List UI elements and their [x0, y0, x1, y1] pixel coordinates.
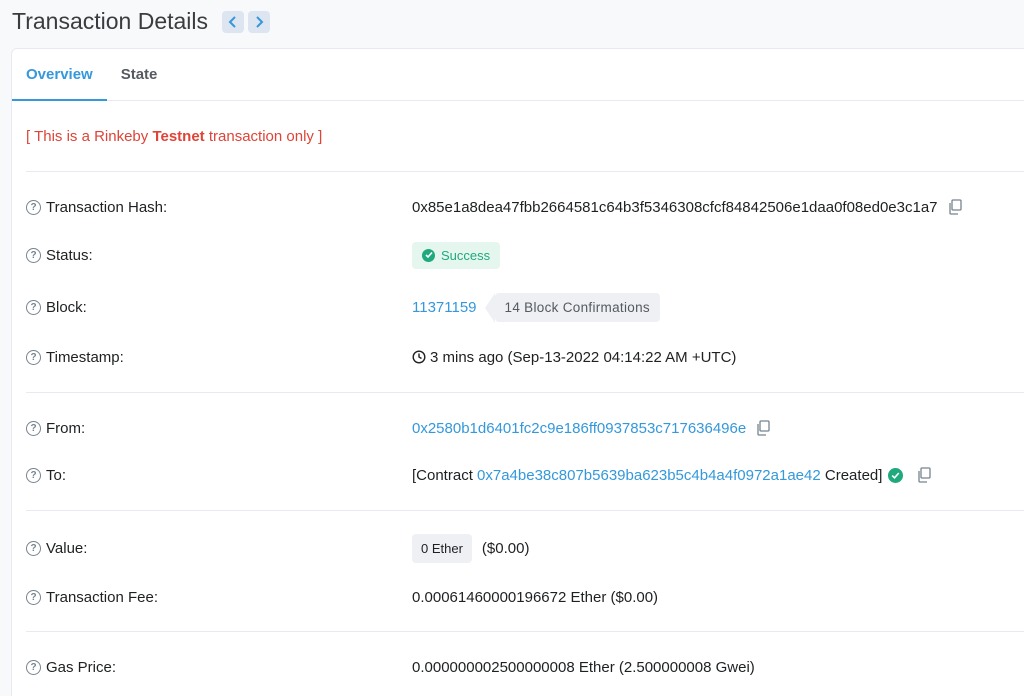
- usd-value: ($0.00): [481, 539, 530, 557]
- help-icon[interactable]: ?: [26, 349, 41, 365]
- field-value: [Contract 0x7a4be38c807b5639ba623b5c4b4a…: [412, 466, 932, 484]
- help-icon[interactable]: ?: [26, 540, 41, 556]
- help-icon[interactable]: ?: [26, 299, 41, 315]
- field-label: ? Status:: [26, 247, 412, 264]
- tab-bar: Overview State: [12, 49, 1024, 101]
- transaction-hash-value: 0x85e1a8dea47fbb2664581c64b3f5346308cfcf…: [412, 198, 938, 216]
- row-timestamp: ? Timestamp: 3 mins ago (Sep-13-2022 04:…: [26, 345, 1024, 369]
- divider: [26, 510, 1024, 511]
- help-icon[interactable]: ?: [26, 247, 41, 263]
- prev-transaction-button[interactable]: [222, 11, 245, 33]
- divider: [26, 171, 1024, 172]
- notice-bold: Testnet: [152, 128, 205, 145]
- page-header: Transaction Details: [12, 6, 271, 36]
- contract-address-link[interactable]: 0x7a4be38c807b5639ba623b5c4b4a4f0972a1ae…: [477, 467, 821, 484]
- tab-state[interactable]: State: [107, 49, 172, 100]
- nav-buttons: [222, 11, 271, 33]
- testnet-notice: [ This is a Rinkeby Testnet transaction …: [26, 128, 322, 145]
- label-text: Status:: [46, 246, 93, 264]
- divider: [26, 631, 1024, 632]
- help-icon[interactable]: ?: [26, 199, 41, 215]
- label-text: To:: [46, 466, 67, 484]
- row-transaction-hash: ? Transaction Hash: 0x85e1a8dea47fbb2664…: [26, 195, 1024, 219]
- field-value: 3 mins ago (Sep-13-2022 04:14:22 AM +UTC…: [412, 349, 736, 366]
- row-status: ? Status: Success: [26, 241, 1024, 269]
- help-icon[interactable]: ?: [26, 589, 41, 605]
- label-text: Gas Price:: [46, 658, 117, 676]
- copy-icon[interactable]: [917, 467, 932, 483]
- divider: [26, 392, 1024, 393]
- from-address-link[interactable]: 0x2580b1d6401fc2c9e186ff0937853c71763649…: [412, 420, 746, 437]
- row-from: ? From: 0x2580b1d6401fc2c9e186ff0937853c…: [26, 416, 1024, 440]
- label-text: Block:: [46, 298, 87, 316]
- copy-icon[interactable]: [756, 420, 770, 436]
- field-label: ? To:: [26, 467, 412, 484]
- label-text: Transaction Hash:: [46, 198, 168, 216]
- row-value: ? Value: 0 Ether ($0.00): [26, 533, 1024, 563]
- field-label: ? Transaction Fee:: [26, 589, 412, 606]
- row-to: ? To: [Contract 0x7a4be38c807b5639ba623b…: [26, 463, 1024, 487]
- help-icon[interactable]: ?: [26, 467, 41, 483]
- field-label: ? Value:: [26, 540, 412, 557]
- row-transaction-fee: ? Transaction Fee: 0.00061460000196672 E…: [26, 585, 1024, 609]
- transaction-card: Overview State [ This is a Rinkeby Testn…: [11, 48, 1024, 696]
- timestamp-value: 3 mins ago (Sep-13-2022 04:14:22 AM +UTC…: [430, 348, 737, 366]
- help-icon[interactable]: ?: [26, 420, 41, 436]
- ether-value-badge: 0 Ether: [412, 533, 472, 563]
- verified-check-icon: [888, 467, 904, 483]
- label-text: Timestamp:: [46, 348, 124, 366]
- field-label: ? Block:: [26, 299, 412, 316]
- notice-prefix: [ This is a Rinkeby: [26, 128, 153, 145]
- field-value: 0.000000002500000008 Ether (2.500000008 …: [412, 659, 755, 676]
- field-value: Success: [412, 241, 501, 269]
- field-label: ? Transaction Hash:: [26, 199, 412, 216]
- row-gas-price: ? Gas Price: 0.000000002500000008 Ether …: [26, 655, 1024, 679]
- gas-price-value: 0.000000002500000008 Ether (2.500000008 …: [412, 658, 755, 676]
- status-badge: Success: [412, 241, 501, 269]
- notice-suffix: transaction only ]: [204, 128, 323, 145]
- to-suffix: Created]: [820, 466, 883, 484]
- transaction-fee-value: 0.00061460000196672 Ether ($0.00): [412, 588, 659, 606]
- block-number-link[interactable]: 11371159: [412, 299, 477, 316]
- page-title: Transaction Details: [12, 7, 209, 34]
- label-text: Transaction Fee:: [46, 588, 158, 606]
- chevron-right-icon: [256, 16, 264, 28]
- check-circle-icon: [422, 248, 435, 262]
- field-value: 0x2580b1d6401fc2c9e186ff0937853c71763649…: [412, 420, 770, 437]
- field-value: 0.00061460000196672 Ether ($0.00): [412, 589, 658, 606]
- label-text: Value:: [46, 539, 88, 557]
- clock-icon: [412, 350, 426, 364]
- field-label: ? Gas Price:: [26, 659, 412, 676]
- field-value: 0x85e1a8dea47fbb2664581c64b3f5346308cfcf…: [412, 199, 962, 216]
- field-value: 0 Ether ($0.00): [412, 533, 530, 563]
- next-transaction-button[interactable]: [248, 11, 271, 33]
- field-label: ? From:: [26, 420, 412, 437]
- label-text: From:: [46, 419, 86, 437]
- chevron-left-icon: [228, 16, 236, 28]
- field-label: ? Timestamp:: [26, 349, 412, 366]
- tab-overview[interactable]: Overview: [12, 49, 107, 101]
- copy-icon[interactable]: [948, 199, 962, 215]
- field-value: 11371159 14 Block Confirmations: [412, 292, 660, 323]
- help-icon[interactable]: ?: [26, 659, 41, 675]
- row-block: ? Block: 11371159 14 Block Confirmations: [26, 292, 1024, 323]
- block-confirmations-badge: 14 Block Confirmations: [484, 292, 660, 323]
- to-prefix: [Contract: [412, 466, 478, 484]
- status-text: Success: [441, 247, 491, 263]
